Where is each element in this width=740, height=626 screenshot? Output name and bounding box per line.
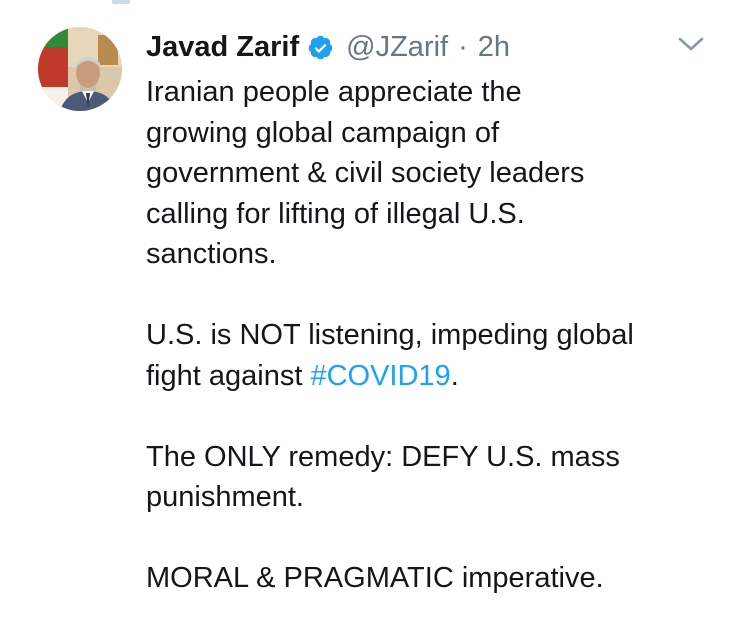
text-line: sanctions. bbox=[146, 238, 277, 270]
tweet-text: Iranian people appreciate the growing gl… bbox=[146, 72, 726, 599]
text-line: MORAL & PRAGMATIC imperative. bbox=[146, 562, 604, 594]
text-fragment: fight against bbox=[146, 359, 311, 392]
text-line: growing global campaign of bbox=[146, 116, 500, 149]
text-line: government & civil society leaders bbox=[146, 157, 585, 189]
text-line: punishment. bbox=[146, 481, 304, 513]
text-line: Iranian people appreciate the bbox=[146, 76, 522, 108]
tweet[interactable]: Javad Zarif @JZarif · 2h Iranian people … bbox=[0, 0, 740, 626]
text-line: U.S. is NOT listening, impeding global bbox=[146, 319, 634, 351]
handle[interactable]: @JZarif bbox=[346, 31, 448, 64]
text-fragment: . bbox=[450, 359, 459, 392]
separator-dot: · bbox=[458, 30, 468, 63]
text-line: calling for lifting of illegal U.S. bbox=[146, 197, 525, 230]
chevron-down-icon[interactable] bbox=[678, 36, 704, 52]
verified-badge-icon bbox=[307, 34, 334, 61]
display-name[interactable]: Javad Zarif bbox=[146, 31, 299, 64]
text-line: The ONLY remedy: DEFY U.S. mass bbox=[146, 440, 620, 473]
paragraph-2: U.S. is NOT listening, impeding global f… bbox=[146, 315, 726, 396]
hashtag-link[interactable]: #COVID19 bbox=[310, 360, 450, 392]
paragraph-3: The ONLY remedy: DEFY U.S. mass punishme… bbox=[146, 437, 726, 518]
paragraph-1: Iranian people appreciate the growing gl… bbox=[146, 72, 726, 275]
paragraph-4: MORAL & PRAGMATIC imperative. bbox=[146, 558, 726, 599]
avatar-image bbox=[38, 27, 122, 111]
timestamp[interactable]: 2h bbox=[478, 31, 510, 64]
tweet-header: Javad Zarif @JZarif · 2h bbox=[146, 30, 510, 64]
avatar[interactable] bbox=[38, 27, 122, 111]
text-line: fight against #COVID19. bbox=[146, 356, 726, 397]
